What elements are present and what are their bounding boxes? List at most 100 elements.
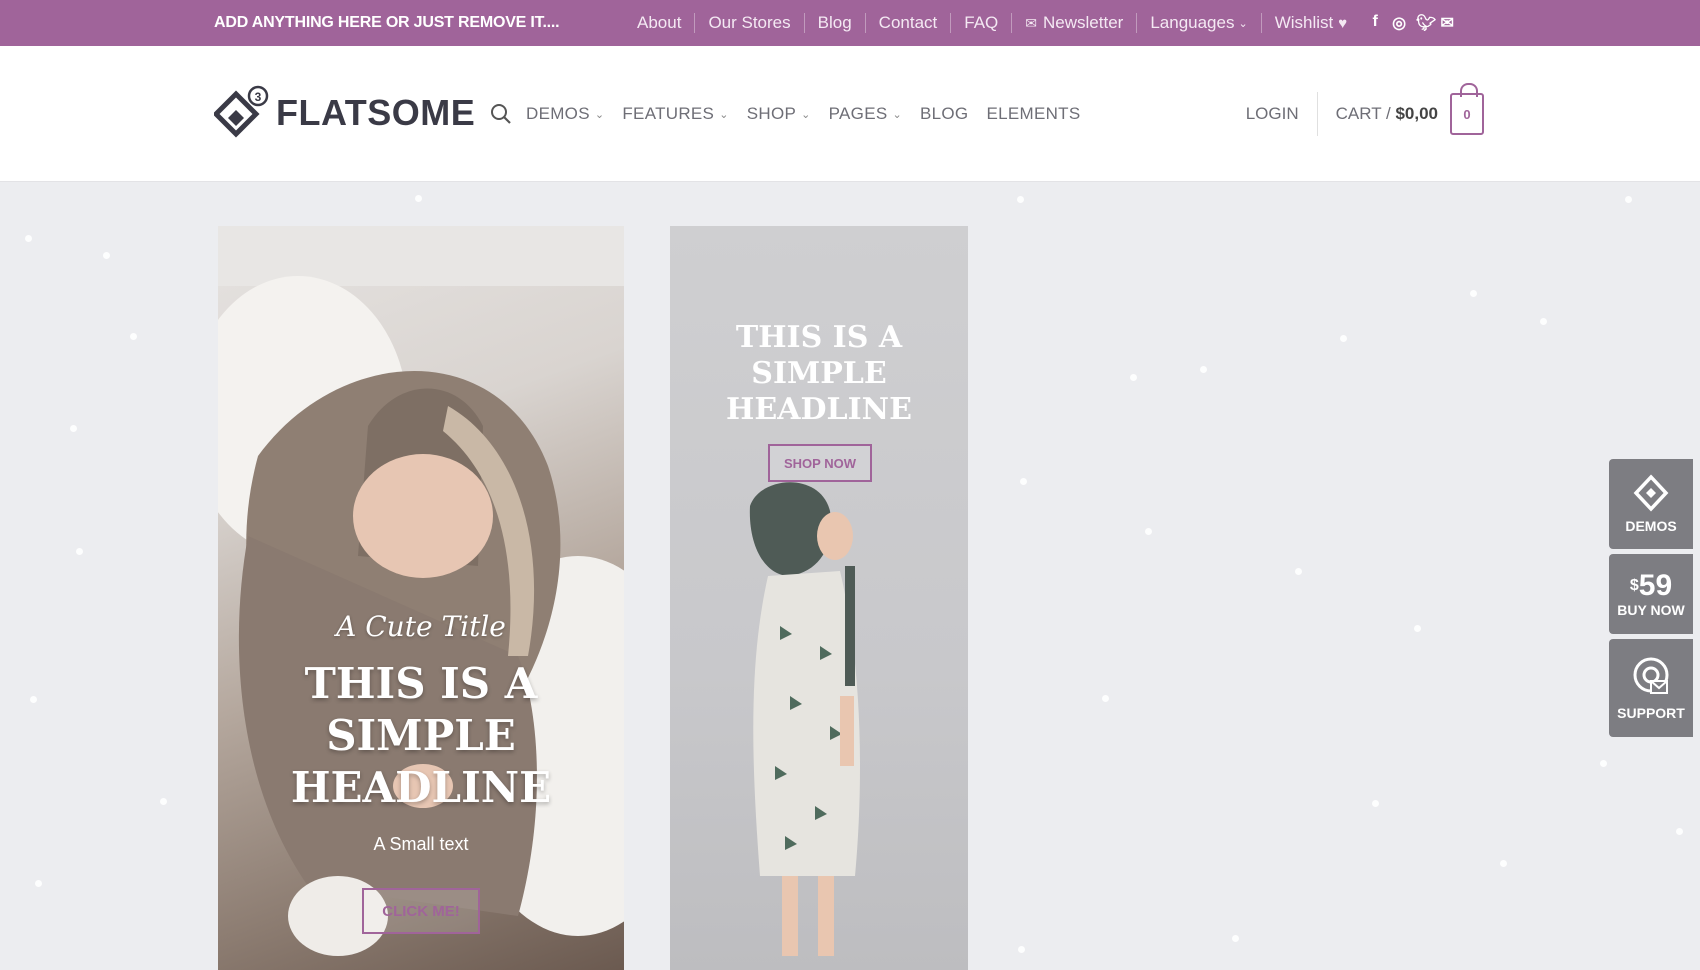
currency-symbol: $ (1629, 577, 1639, 594)
snow-dot (130, 333, 137, 340)
snow-dot (1540, 318, 1547, 325)
snow-dot (35, 880, 42, 887)
demos-widget[interactable]: DEMOS (1609, 459, 1693, 549)
nav-demos[interactable]: DEMOS ⌄ (526, 104, 604, 124)
nav-label: SHOP (746, 104, 797, 123)
divider (1316, 92, 1318, 136)
baby-photo-illustration (218, 226, 624, 956)
demos-label: DEMOS (1625, 518, 1677, 534)
nav-features[interactable]: FEATURES ⌄ (622, 104, 728, 124)
main-nav: DEMOS ⌄ FEATURES ⌄ SHOP ⌄ PAGES ⌄ BLOG E… (490, 46, 1099, 182)
snow-dot (1414, 625, 1421, 632)
snow-dot (1470, 290, 1477, 297)
top-link-our-stores[interactable]: Our Stores (695, 13, 803, 33)
buy-now-widget[interactable]: $59 BUY NOW (1609, 554, 1693, 634)
nav-shop[interactable]: SHOP ⌄ (747, 104, 811, 124)
logo-badge: 3 (255, 90, 262, 104)
nav-elements[interactable]: ELEMENTS (986, 104, 1080, 124)
nav-label: FEATURES (622, 104, 715, 123)
nav-label: DEMOS (526, 104, 590, 123)
support-lifebuoy-icon (1633, 657, 1669, 694)
top-link-blog[interactable]: Blog (805, 13, 865, 33)
cart-bag-icon[interactable]: 0 (1450, 83, 1484, 135)
envelope-icon: ✉ (1025, 14, 1038, 31)
snow-dot (70, 425, 77, 432)
snow-dot (25, 235, 32, 242)
site-logo[interactable]: 3 FLATSOME (214, 80, 475, 146)
wishlist-label: Wishlist (1274, 13, 1334, 32)
snow-dot (1102, 695, 1109, 702)
cart-label: CART / (1335, 104, 1391, 123)
snow-dot (1295, 568, 1302, 575)
cart-amount: $0,00 (1395, 104, 1438, 123)
headline-line: HEADLINE (290, 763, 552, 812)
top-link-newsletter[interactable]: ✉ Newsletter (1012, 13, 1136, 33)
header-account-area: LOGIN CART / $0,00 0 (1246, 46, 1484, 182)
nav-pages[interactable]: PAGES ⌄ (829, 104, 902, 124)
shop-now-button[interactable]: SHOP NOW (768, 444, 872, 482)
top-link-about[interactable]: About (624, 13, 694, 33)
nav-blog[interactable]: BLOG (920, 104, 968, 124)
flatsome-logo-icon (1633, 474, 1669, 512)
facebook-icon[interactable]: f (1368, 13, 1382, 33)
snow-dot (160, 798, 167, 805)
promo-text: ADD ANYTHING HERE OR JUST REMOVE IT.... (214, 14, 560, 31)
top-link-faq[interactable]: FAQ (951, 13, 1011, 33)
cart-link[interactable]: CART / $0,00 (1336, 104, 1438, 124)
snow-dot (1232, 935, 1239, 942)
top-link-contact[interactable]: Contact (866, 13, 951, 33)
price-value: 59 (1638, 569, 1673, 602)
search-icon[interactable] (490, 103, 512, 125)
snow-dot (1145, 528, 1152, 535)
support-label: SUPPORT (1617, 705, 1685, 721)
snow-dot (1020, 478, 1027, 485)
snow-dot (1200, 366, 1207, 373)
instagram-icon[interactable]: ◎ (1392, 13, 1406, 33)
email-icon[interactable]: ✉ (1440, 13, 1454, 33)
top-nav: About Our Stores Blog Contact FAQ ✉ News… (624, 0, 1454, 46)
headline-line: THIS IS A (735, 320, 903, 355)
main-header: 3 FLATSOME DEMOS ⌄ FEATURES ⌄ SHOP ⌄ PAG… (0, 46, 1700, 182)
price: $59 (1630, 570, 1672, 602)
twitter-icon[interactable]: 🐦︎ (1416, 13, 1436, 33)
buy-now-label: BUY NOW (1617, 602, 1685, 618)
newsletter-label: Newsletter (1043, 13, 1124, 32)
snow-dot (1676, 828, 1683, 835)
click-me-button[interactable]: CLICK ME! (362, 888, 480, 934)
login-link[interactable]: LOGIN (1246, 104, 1317, 124)
headline-line: THIS IS A (304, 659, 538, 708)
chevron-down-icon: ⌄ (594, 108, 605, 121)
snow-dot (1600, 760, 1607, 767)
support-widget[interactable]: SUPPORT (1609, 639, 1693, 737)
cart-count: 0 (1463, 106, 1471, 122)
social-links: f ◎ 🐦︎ ✉ (1368, 13, 1454, 33)
snow-dot (1130, 374, 1137, 381)
heart-icon: ♥ (1338, 14, 1348, 32)
headline-line: SIMPLE (751, 356, 887, 391)
snow-dot (1372, 800, 1379, 807)
nav-label: PAGES (828, 104, 888, 123)
snow-dot (1017, 196, 1024, 203)
snow-dot (103, 252, 110, 259)
languages-dropdown[interactable]: Languages ⌄ (1137, 13, 1260, 33)
snow-dot (76, 548, 83, 555)
wishlist-link[interactable]: Wishlist ♥ (1262, 13, 1360, 33)
snow-dot (415, 195, 422, 202)
headline-line: SIMPLE (326, 711, 516, 760)
banner-headline: THIS IS A SIMPLE HEADLINE (218, 658, 624, 814)
snow-dot (1500, 860, 1507, 867)
logo-text: FLATSOME (276, 92, 476, 133)
headline-line: HEADLINE (726, 392, 912, 427)
chevron-down-icon: ⌄ (1238, 17, 1248, 30)
banner-headline: THIS IS A SIMPLE HEADLINE (670, 320, 968, 428)
chevron-down-icon: ⌄ (801, 108, 811, 121)
flatsome-logo-icon: 3 (214, 85, 269, 138)
chevron-down-icon: ⌄ (719, 108, 729, 121)
snow-dot (1340, 335, 1347, 342)
cute-title: A Cute Title (336, 610, 506, 643)
hero-banner-girl[interactable]: THIS IS A SIMPLE HEADLINE SHOP NOW (670, 226, 968, 970)
snow-dot (30, 696, 37, 703)
hero-banner-baby[interactable]: A Cute Title THIS IS A SIMPLE HEADLINE A… (218, 226, 624, 970)
top-bar: ADD ANYTHING HERE OR JUST REMOVE IT.... … (0, 0, 1700, 46)
snow-dot (1625, 196, 1632, 203)
